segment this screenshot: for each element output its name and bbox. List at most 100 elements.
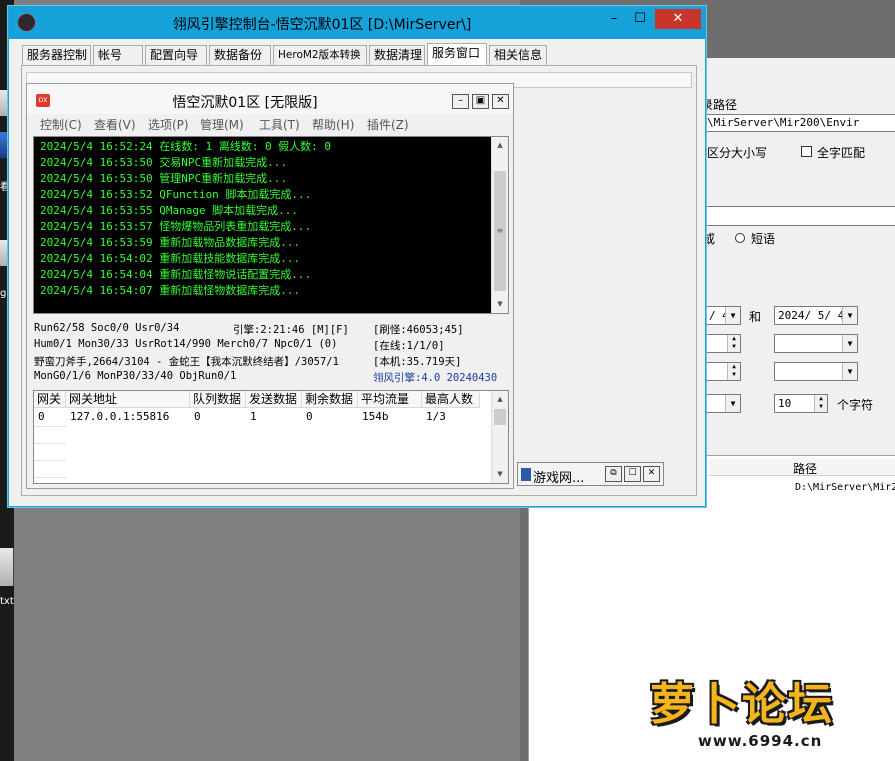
tab-bar: 服务器控制 帐号 配置向导 数据备份 HeroM2版本转换 数据清理 服务窗口 … bbox=[19, 43, 699, 67]
dropdown-arrow-icon[interactable]: ▼ bbox=[842, 363, 857, 380]
result-path[interactable]: D:\MirServer\Mir2 bbox=[795, 482, 895, 493]
case-sensitive-label: 区分大小写 bbox=[707, 146, 768, 160]
max-users-cell[interactable]: 1/3 bbox=[422, 409, 446, 426]
col-max-users[interactable]: 最高人数 bbox=[422, 391, 480, 408]
whole-word-checkbox[interactable] bbox=[801, 146, 812, 157]
tab-server-control[interactable]: 服务器控制 bbox=[22, 45, 91, 66]
char-count-spinner[interactable]: 10 ▲ ▼ bbox=[774, 394, 828, 413]
status-human-stats: Hum0/1 Mon30/33 UsrRot14/990 Merch0/7 Np… bbox=[34, 338, 338, 350]
log-line: 2024/5/4 16:54:04 重新加载怪物说话配置完成... bbox=[40, 268, 312, 281]
log-line: 2024/5/4 16:52:24 在线数: 1 离线数: 0 假人数: 0 bbox=[40, 140, 332, 153]
spinner-arrows-icon[interactable]: ▲ ▼ bbox=[727, 363, 740, 380]
menu-manage[interactable]: 管理(M) bbox=[200, 116, 244, 133]
server-log[interactable]: 2024/5/4 16:52:24 在线数: 1 离线数: 0 假人数: 0 2… bbox=[33, 136, 509, 314]
close-button[interactable]: ✕ bbox=[655, 9, 701, 29]
log-line: 2024/5/4 16:53:50 管理NPC重新加载完成... bbox=[40, 172, 287, 185]
date-unit-dropdown[interactable]: ▼ bbox=[774, 362, 858, 381]
minimize-button[interactable]: – bbox=[601, 9, 627, 29]
row-divider bbox=[34, 443, 66, 444]
spinner-arrows-icon[interactable]: ▲ ▼ bbox=[727, 335, 740, 352]
col-gateway[interactable]: 网关 bbox=[34, 391, 66, 408]
col-remaining-data[interactable]: 剩余数据 bbox=[302, 391, 358, 408]
avg-traffic-cell[interactable]: 154b bbox=[358, 409, 389, 426]
menu-tools[interactable]: 工具(T) bbox=[259, 116, 300, 133]
tab-herom2-convert[interactable]: HeroM2版本转换 bbox=[273, 45, 367, 66]
status-panel: Run62/58 Soc0/0 Usr0/34 引擎:2:21:46 [M][F… bbox=[33, 320, 509, 386]
queue-data-cell[interactable]: 0 bbox=[190, 409, 201, 426]
tab-config-wizard[interactable]: 配置向导 bbox=[145, 45, 207, 66]
dropdown-arrow-icon[interactable]: ▼ bbox=[725, 395, 740, 412]
dropdown-arrow-icon[interactable]: ▼ bbox=[842, 335, 857, 352]
menu-view[interactable]: 查看(V) bbox=[94, 116, 136, 133]
inner-minimize-button[interactable]: – bbox=[452, 94, 469, 109]
path-label: 录路径 bbox=[701, 98, 738, 112]
log-scrollbar[interactable]: ▲ ≡ ▼ bbox=[491, 137, 508, 313]
path-input[interactable]: \MirServer\Mir200\Envir bbox=[703, 114, 895, 132]
inner-restore-button[interactable]: ▣ bbox=[472, 94, 489, 109]
menu-control[interactable]: 控制(C) bbox=[40, 116, 82, 133]
short-phrase-label: 短语 bbox=[751, 232, 776, 246]
menu-bar: 控制(C) 查看(V) 选项(P) 管理(M) 工具(T) 帮助(H) 插件(Z… bbox=[27, 114, 513, 134]
date-spinner[interactable]: ▲ ▼ bbox=[705, 362, 741, 381]
gateway-address-cell[interactable]: 127.0.0.1:55816 bbox=[66, 409, 169, 426]
tab-related-info[interactable]: 相关信息 bbox=[489, 45, 547, 66]
status-monster-info: 野蛮刀斧手,2664/3104 - 金蛇王【我本沉默终结者】/3057/1 bbox=[34, 356, 339, 368]
short-phrase-radio[interactable] bbox=[735, 233, 745, 243]
gateway-id-cell[interactable]: 0 bbox=[34, 409, 45, 426]
table-scrollbar[interactable]: ▲ ▼ bbox=[491, 391, 508, 483]
tab-data-backup[interactable]: 数据备份 bbox=[209, 45, 271, 66]
status-engine-uptime: 引擎:2:21:46 [M][F] bbox=[233, 324, 349, 336]
log-line: 2024/5/4 16:53:57 怪物爆物品列表重加载完成... bbox=[40, 220, 312, 233]
scroll-up-icon[interactable]: ▲ bbox=[492, 137, 508, 154]
row-divider bbox=[34, 426, 66, 427]
inner-titlebar[interactable]: DX 悟空沉默01区 [无限版] – ▣ ✕ bbox=[27, 84, 513, 114]
size-unit-dropdown[interactable]: ▼ bbox=[774, 334, 858, 353]
date-to-picker[interactable]: 2024/ 5/ 4 ▼ bbox=[774, 306, 858, 325]
inner-close-button[interactable]: ✕ bbox=[492, 94, 509, 109]
search-text-input[interactable] bbox=[703, 206, 895, 226]
status-mon-group: MonG0/1/6 MonP30/33/40 ObjRun0/1 bbox=[34, 370, 237, 382]
minimized-game-window[interactable]: 游戏网... ⧉ ☐ ✕ bbox=[517, 462, 664, 486]
minimized-maximize-button[interactable]: ☐ bbox=[624, 466, 641, 482]
minimized-close-button[interactable]: ✕ bbox=[643, 466, 660, 482]
minimized-restore-button[interactable]: ⧉ bbox=[605, 466, 622, 482]
menu-plugins[interactable]: 插件(Z) bbox=[367, 116, 409, 133]
remaining-data-cell[interactable]: 0 bbox=[302, 409, 313, 426]
dropdown-arrow-icon[interactable]: ▼ bbox=[842, 307, 857, 324]
tab-account[interactable]: 帐号 bbox=[93, 45, 143, 66]
status-local: [本机:35.719天] bbox=[373, 356, 462, 368]
scroll-down-icon[interactable]: ▼ bbox=[492, 296, 508, 313]
dropdown-arrow-icon[interactable]: ▼ bbox=[725, 307, 740, 324]
send-data-cell[interactable]: 1 bbox=[246, 409, 257, 426]
col-queue-data[interactable]: 队列数据 bbox=[190, 391, 246, 408]
tab-data-cleanup[interactable]: 数据清理 bbox=[369, 45, 425, 66]
tab-service-window[interactable]: 服务窗口 bbox=[427, 43, 487, 67]
scroll-thumb[interactable] bbox=[494, 409, 506, 425]
scroll-thumb[interactable]: ≡ bbox=[494, 171, 506, 291]
spinner-arrows-icon[interactable]: ▲ ▼ bbox=[814, 395, 827, 412]
size-spinner[interactable]: ▲ ▼ bbox=[705, 334, 741, 353]
main-titlebar[interactable]: 翎风引擎控制台-悟空沉默01区 [D:\MirServer\] – ☐ ✕ bbox=[9, 7, 705, 39]
type-dropdown[interactable]: ▼ bbox=[705, 394, 741, 413]
menu-help[interactable]: 帮助(H) bbox=[312, 116, 354, 133]
date-to-value: 2024/ 5/ 4 bbox=[778, 309, 845, 322]
col-gateway-address[interactable]: 网关地址 bbox=[66, 391, 190, 408]
maximize-button[interactable]: ☐ bbox=[627, 9, 653, 29]
col-send-data[interactable]: 发送数据 bbox=[246, 391, 302, 408]
game-window-icon bbox=[521, 468, 531, 481]
game-server-window: DX 悟空沉默01区 [无限版] – ▣ ✕ 控制(C) 查看(V) 选项(P)… bbox=[26, 83, 514, 489]
chars-label: 个字符 bbox=[837, 398, 874, 412]
date-from-picker[interactable]: / 4 ▼ bbox=[705, 306, 741, 325]
menu-options[interactable]: 选项(P) bbox=[148, 116, 189, 133]
results-header: 路径 bbox=[709, 458, 895, 476]
col-avg-traffic[interactable]: 平均流量 bbox=[358, 391, 422, 408]
path-column-header[interactable]: 路径 bbox=[793, 460, 817, 477]
desktop-txt-file-icon[interactable] bbox=[0, 548, 14, 586]
engine-version: 翎风引擎:4.0 20240430 bbox=[373, 372, 498, 384]
desktop-label: txt bbox=[0, 596, 14, 607]
gateway-table: 网关 网关地址 队列数据 发送数据 剩余数据 平均流量 最高人数 0 127.0… bbox=[33, 390, 509, 484]
whole-word-label: 全字匹配 bbox=[817, 146, 866, 160]
log-line: 2024/5/4 16:54:07 重新加载怪物数据库完成... bbox=[40, 284, 301, 297]
scroll-up-icon[interactable]: ▲ bbox=[492, 391, 508, 408]
scroll-down-icon[interactable]: ▼ bbox=[492, 466, 508, 483]
